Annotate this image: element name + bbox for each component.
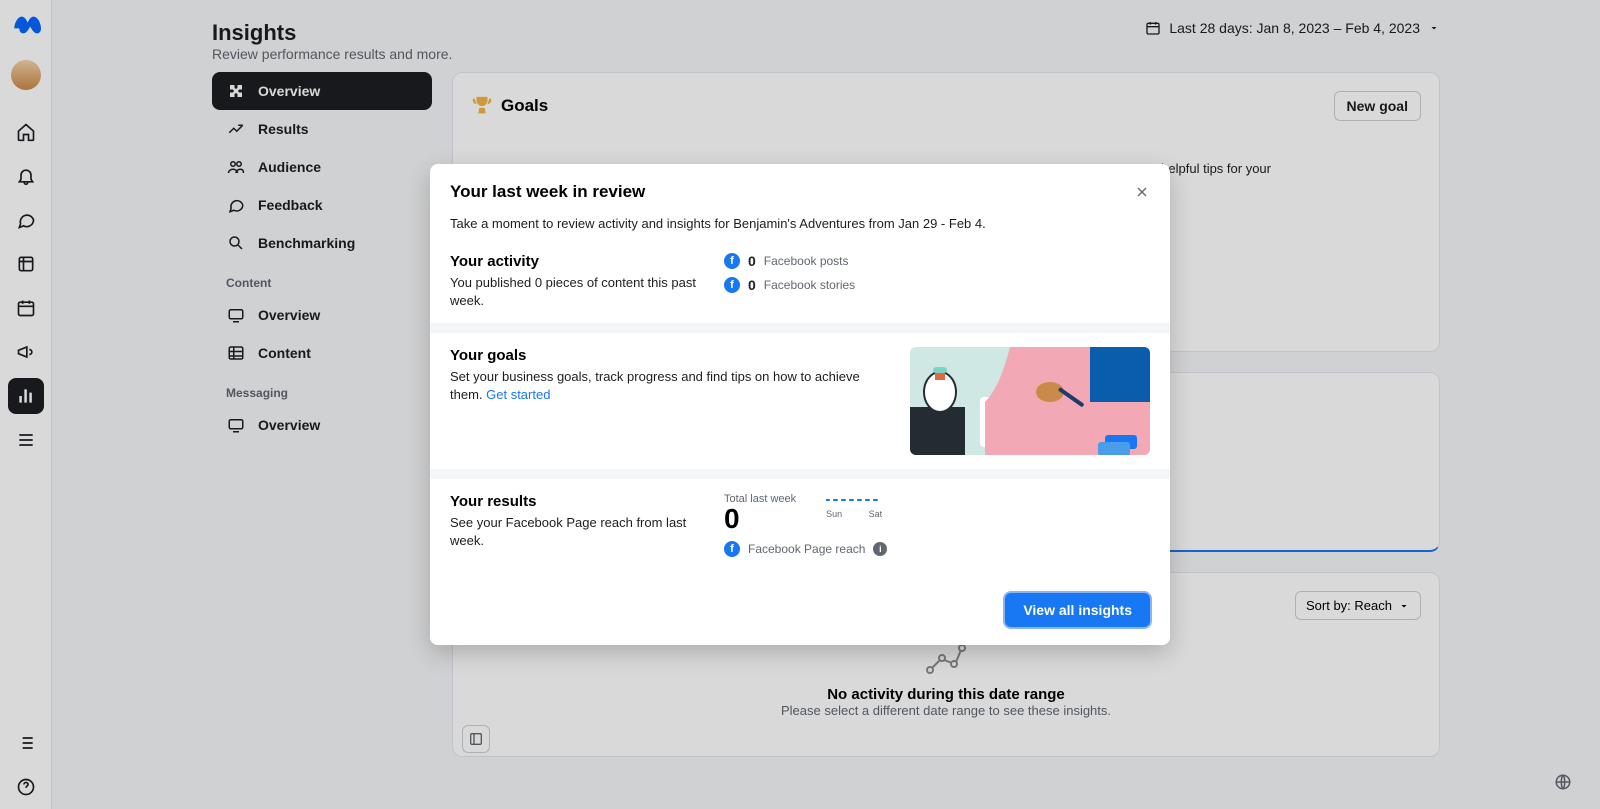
modal-activity-section: Your activity You published 0 pieces of … xyxy=(430,239,1170,323)
info-icon[interactable]: i xyxy=(873,542,887,556)
facebook-icon: f xyxy=(724,277,740,293)
reach-label: Facebook Page reach xyxy=(748,542,865,556)
posts-count: 0 xyxy=(748,253,756,269)
goals-illustration xyxy=(910,347,1150,455)
modal-results-section: Your results See your Facebook Page reac… xyxy=(430,479,1170,579)
activity-title: Your activity xyxy=(450,253,700,270)
close-button[interactable] xyxy=(1128,178,1156,206)
posts-label: Facebook posts xyxy=(764,254,849,268)
modal-title: Your last week in review xyxy=(450,182,1150,202)
stories-label: Facebook stories xyxy=(764,278,855,292)
stat-page-reach: f Facebook Page reach i xyxy=(724,541,1150,557)
modal-goals-section: Your goals Set your business goals, trac… xyxy=(430,333,1170,469)
total-value: 0 xyxy=(724,505,796,533)
get-started-link[interactable]: Get started xyxy=(486,387,550,402)
week-review-modal: Your last week in review Take a moment t… xyxy=(430,164,1170,645)
modal-overlay: Your last week in review Take a moment t… xyxy=(0,0,1600,809)
stat-fb-stories: f 0 Facebook stories xyxy=(724,277,1150,293)
axis-start: Sun xyxy=(826,509,842,519)
axis-end: Sat xyxy=(869,509,883,519)
close-icon xyxy=(1134,184,1150,200)
results-title: Your results xyxy=(450,493,700,510)
modal-subtitle: Take a moment to review activity and ins… xyxy=(450,216,1150,231)
goals-title: Your goals xyxy=(450,347,886,364)
facebook-icon: f xyxy=(724,541,740,557)
results-text: See your Facebook Page reach from last w… xyxy=(450,514,700,549)
stat-fb-posts: f 0 Facebook posts xyxy=(724,253,1150,269)
reach-sparkline: Sun Sat xyxy=(826,493,882,519)
stories-count: 0 xyxy=(748,277,756,293)
facebook-icon: f xyxy=(724,253,740,269)
view-all-insights-button[interactable]: View all insights xyxy=(1005,593,1150,627)
activity-text: You published 0 pieces of content this p… xyxy=(450,274,700,309)
